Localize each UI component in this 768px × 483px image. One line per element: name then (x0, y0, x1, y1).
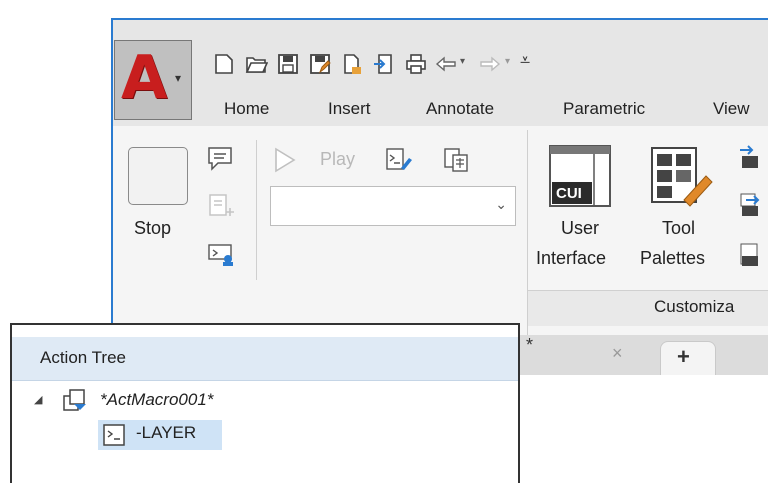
customization-panel-title-bar[interactable]: Customiza (528, 290, 768, 326)
stop-label: Stop (134, 218, 172, 238)
tab-parametric[interactable]: Parametric (563, 94, 645, 124)
play-label: Play (320, 149, 356, 169)
play-icon (272, 147, 298, 173)
user-interface-label-line1[interactable]: User (561, 218, 599, 239)
chevron-down-icon: ▾ (175, 71, 182, 85)
insert-message-icon[interactable] (206, 145, 236, 173)
tool-palettes-label-line2[interactable]: Palettes (640, 248, 705, 269)
customize-qat-icon[interactable]: ⩡ (520, 50, 530, 71)
stop-button[interactable] (128, 147, 188, 205)
undo-icon[interactable] (432, 50, 460, 78)
customization-panel-title: Customiza (654, 297, 735, 316)
command-name[interactable]: -LAYER (136, 423, 196, 443)
publish-icon[interactable] (338, 50, 366, 78)
user-interface-label-line2[interactable]: Interface (536, 248, 606, 269)
undo-dropdown-icon[interactable]: ▾ (460, 56, 465, 67)
tab-home[interactable]: Home (224, 94, 269, 124)
import-icon[interactable] (370, 50, 398, 78)
macro-select[interactable]: ⌄ (270, 186, 516, 226)
tool-palettes-label-line1[interactable]: Tool (662, 218, 695, 239)
application-menu-button[interactable]: A ▾ (114, 40, 192, 120)
macro-name[interactable]: *ActMacro001* (100, 390, 213, 410)
autocad-logo-icon: A (121, 43, 168, 113)
macro-icon (62, 388, 88, 414)
open-icon[interactable] (242, 50, 270, 78)
manage-macros-icon[interactable] (442, 146, 472, 174)
plus-icon: + (677, 344, 690, 369)
edit-program-parameters-icon[interactable] (738, 242, 760, 268)
preference-icon[interactable] (384, 146, 414, 174)
cui-badge: CUI (556, 185, 582, 202)
chevron-down-icon: ⌄ (495, 196, 507, 212)
base-point-icon[interactable] (206, 240, 236, 268)
close-icon[interactable]: × (612, 343, 623, 364)
user-interface-icon[interactable]: CUI (548, 144, 612, 208)
tool-palettes-icon[interactable] (648, 144, 714, 208)
save-as-icon[interactable] (306, 50, 334, 78)
tab-view[interactable]: View (713, 94, 750, 124)
redo-dropdown-icon[interactable]: ▾ (505, 56, 510, 67)
save-icon[interactable] (274, 50, 302, 78)
action-tree-title: Action Tree (40, 348, 126, 367)
separator (256, 140, 257, 280)
command-icon (102, 423, 126, 447)
redo-icon[interactable] (476, 50, 504, 78)
import-customizations-icon[interactable] (738, 144, 760, 170)
print-icon[interactable] (402, 50, 430, 78)
file-tab-strip: * × + (520, 335, 768, 375)
collapse-arrow-icon[interactable]: ◢ (34, 393, 42, 406)
file-tab-modified-marker: * (526, 335, 534, 355)
tab-insert[interactable]: Insert (328, 94, 371, 124)
request-user-input-icon (206, 192, 236, 220)
export-customizations-icon[interactable] (738, 192, 760, 218)
new-icon[interactable] (210, 50, 238, 78)
new-tab-button[interactable]: + (660, 341, 716, 375)
tab-annotate[interactable]: Annotate (426, 94, 494, 124)
